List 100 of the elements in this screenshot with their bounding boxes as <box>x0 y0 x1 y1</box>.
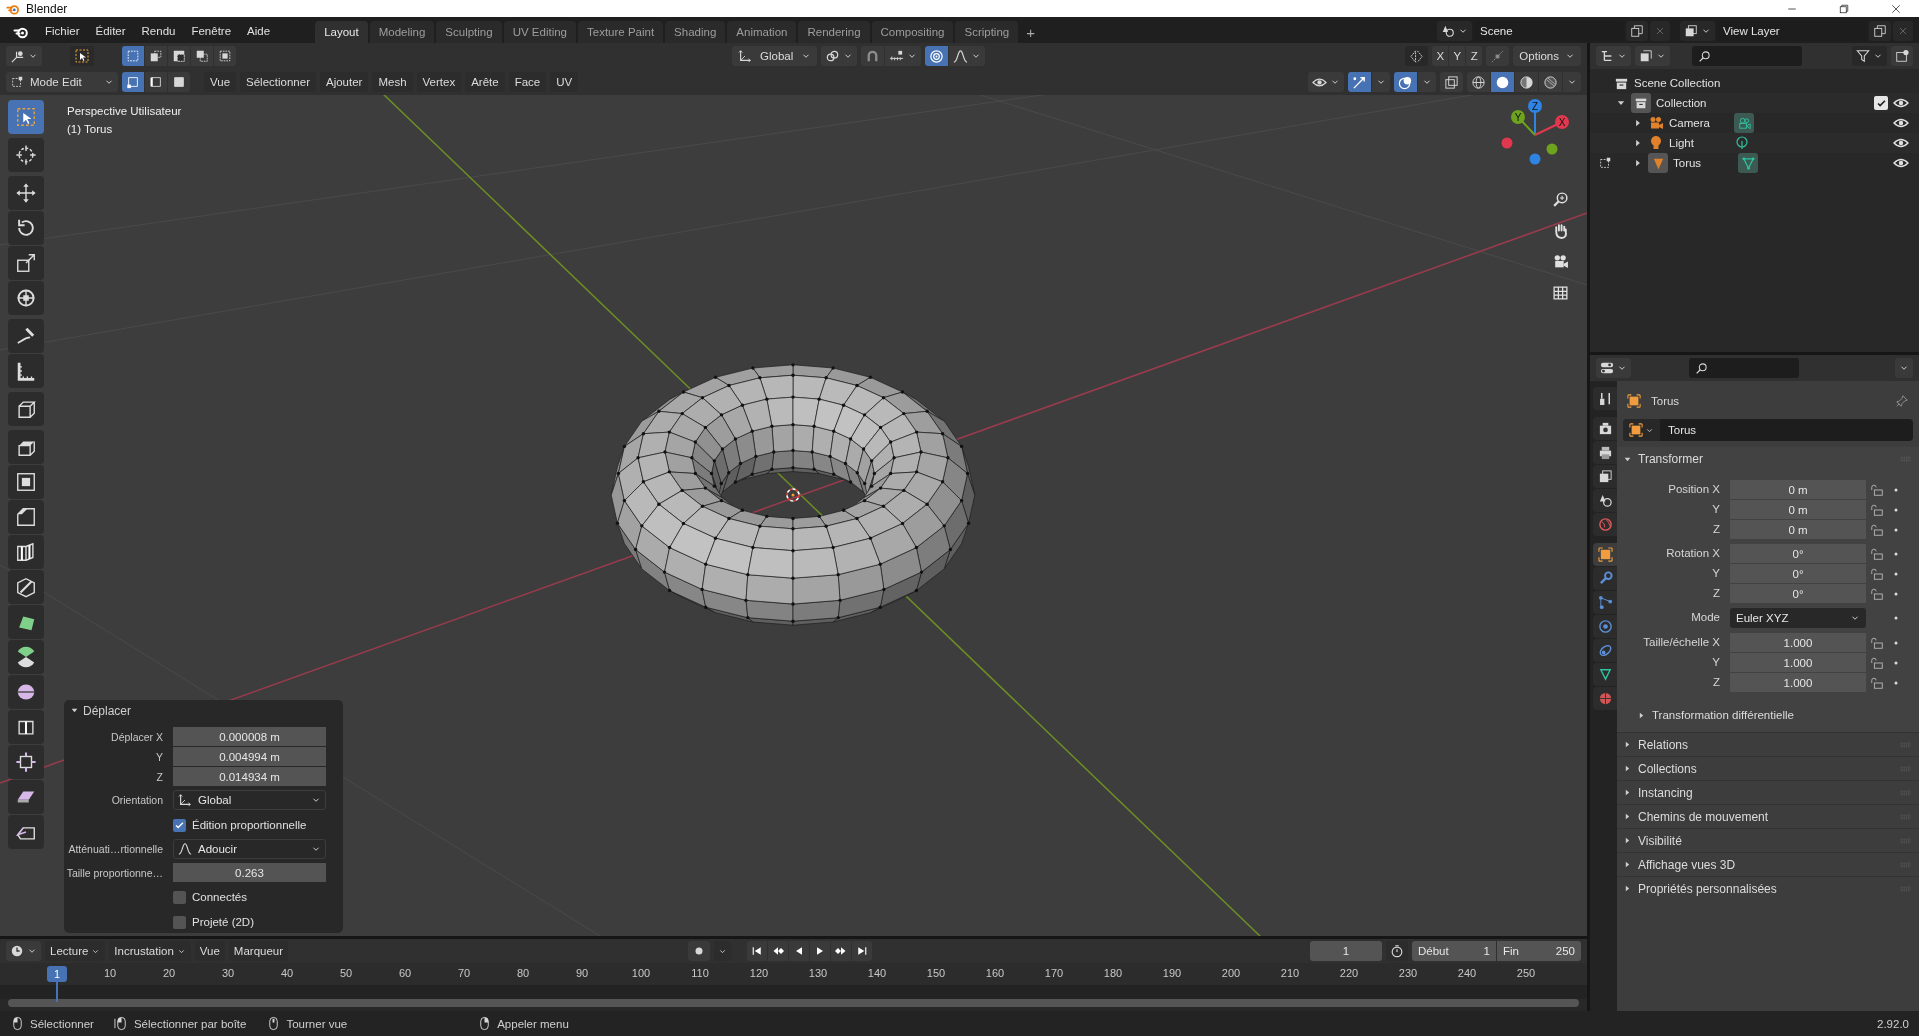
axis-handle[interactable]: Z <box>1528 99 1542 136</box>
frame-number: 70 <box>456 967 472 979</box>
number-field[interactable]: 0 m <box>1730 480 1866 499</box>
mirror-axis-toggle[interactable]: Z <box>1466 46 1483 66</box>
axis-handle[interactable]: X <box>1534 115 1569 136</box>
menu-item[interactable]: UV <box>550 72 579 92</box>
checkbox[interactable]: Édition proportionnelle <box>173 814 326 836</box>
field-label: Mode <box>1690 610 1721 625</box>
number-field[interactable]: 0 m <box>1730 520 1866 539</box>
menu-item[interactable]: Incrustation <box>109 941 191 961</box>
workspace-tab[interactable]: Texture Paint <box>578 21 664 43</box>
frame-number: 240 <box>1456 967 1478 979</box>
workspace-tab[interactable]: Animation <box>727 21 797 43</box>
number-field[interactable]: 0.014934 m <box>173 767 326 786</box>
current-frame-field[interactable]: 1 <box>1310 941 1382 961</box>
menu-item[interactable]: Vue <box>194 941 225 961</box>
frame-number: 150 <box>925 967 947 979</box>
menu-item[interactable]: Lecture <box>45 941 106 961</box>
frame-number: 20 <box>161 967 177 979</box>
number-field[interactable]: 1.000 <box>1730 633 1866 652</box>
dropdown[interactable]: Euler XYZ <box>1730 608 1866 628</box>
outliner-item[interactable]: Camera <box>1669 117 1729 129</box>
menu-item[interactable]: Mesh <box>372 72 413 92</box>
field-label: Y <box>1711 502 1721 517</box>
workspace-tab[interactable]: Scripting <box>955 21 1019 43</box>
orientation-dropdown[interactable]: Global <box>732 46 818 66</box>
workspace-tab[interactable]: Sculpting <box>436 21 502 43</box>
frame-number: 100 <box>630 967 652 979</box>
outliner-item[interactable]: Scene Collection <box>1634 77 1721 89</box>
add-workspace-button[interactable]: + <box>1020 21 1041 43</box>
status-hint: Tourner vue <box>286 1017 348 1030</box>
status-hint: Appeler menu <box>497 1017 569 1030</box>
axis-handle[interactable]: Y <box>1511 110 1536 136</box>
field-label: Z <box>1711 586 1721 601</box>
field-label: Orientation <box>110 793 163 808</box>
menu-item[interactable]: Éditer <box>88 21 133 41</box>
subpanel-header[interactable]: Transformation différentielle <box>1617 704 1919 726</box>
menu-item[interactable]: Vertex <box>416 72 462 92</box>
menu-item[interactable]: Aide <box>240 21 278 41</box>
frame-number: 10 <box>102 967 118 979</box>
field-label: Position X <box>1667 482 1721 497</box>
frame-number: 60 <box>397 967 413 979</box>
dropdown[interactable]: Global <box>173 790 326 810</box>
frame-number: 230 <box>1397 967 1419 979</box>
field-label: Z <box>1711 675 1721 690</box>
frame-number: 50 <box>338 967 354 979</box>
menu-item[interactable]: Arête <box>465 72 505 92</box>
version-label: 2.92.0 <box>1877 1017 1909 1030</box>
menu-item[interactable]: Marqueur <box>228 941 289 961</box>
menu-item[interactable]: Face <box>508 72 547 92</box>
checkbox[interactable]: Connectés <box>173 886 326 908</box>
workspace-tab[interactable]: Layout <box>315 21 368 43</box>
playhead[interactable]: 1 <box>47 966 67 982</box>
dropdown[interactable]: Adoucir <box>173 839 326 859</box>
number-field[interactable]: 1.000 <box>1730 653 1866 672</box>
frame-number: 250 <box>1515 967 1537 979</box>
menu-item[interactable]: Sélectionner <box>240 72 316 92</box>
frame-number: 130 <box>807 967 829 979</box>
mirror-axis-toggle[interactable]: Y <box>1449 46 1466 66</box>
object-name: Torus <box>1651 395 1680 407</box>
outliner-item[interactable]: Collection <box>1656 97 1707 109</box>
menu-item[interactable]: Vue <box>204 72 237 92</box>
number-field[interactable]: 0° <box>1730 584 1866 603</box>
workspace-tab[interactable]: Rendering <box>798 21 870 43</box>
workspace-tab[interactable]: UV Editing <box>503 21 576 43</box>
field-label: Déplacer X <box>110 730 163 745</box>
options-dropdown[interactable]: Options <box>1513 46 1581 66</box>
frame-number: 170 <box>1043 967 1065 979</box>
mirror-axis-toggle[interactable]: X <box>1432 46 1449 66</box>
menu-item[interactable]: Rendu <box>134 21 183 41</box>
start-frame-field[interactable]: Début 1 <box>1412 941 1496 961</box>
number-field[interactable]: 0° <box>1730 564 1866 583</box>
panel-header[interactable]: Transformer <box>1617 447 1919 471</box>
field-label: Y <box>1711 655 1721 670</box>
field-label: Y <box>1711 566 1721 581</box>
workspace-tab[interactable]: Shading <box>665 21 726 43</box>
panel-title[interactable]: Déplacer <box>83 703 132 718</box>
name-field[interactable]: Torus <box>1623 419 1913 441</box>
number-field[interactable]: 0° <box>1730 544 1866 563</box>
frame-number: 200 <box>1220 967 1242 979</box>
field-label: Z <box>1711 522 1721 537</box>
end-frame-field[interactable]: Fin 250 <box>1497 941 1581 961</box>
frame-number: 160 <box>984 967 1006 979</box>
workspace-tab[interactable]: Modeling <box>369 21 435 43</box>
outliner-item[interactable]: Light <box>1669 137 1729 149</box>
menu-item[interactable]: Ajouter <box>320 72 369 92</box>
checkbox[interactable]: Projeté (2D) <box>173 911 326 933</box>
number-field[interactable]: 0.004994 m <box>173 747 326 766</box>
frame-number: 30 <box>220 967 236 979</box>
number-field[interactable]: 0 m <box>1730 500 1866 519</box>
number-field[interactable]: 1.000 <box>1730 673 1866 692</box>
status-hint: Sélectionner par boîte <box>133 1017 247 1030</box>
mode-dropdown[interactable]: Mode Edit <box>6 72 118 92</box>
frame-number: 90 <box>574 967 590 979</box>
menu-item[interactable]: Fichier <box>38 21 87 41</box>
number-field[interactable]: 0.263 <box>173 863 326 882</box>
outliner-item[interactable]: Torus <box>1673 157 1733 169</box>
menu-item[interactable]: Fenêtre <box>184 21 239 41</box>
workspace-tab[interactable]: Compositing <box>871 21 954 43</box>
number-field[interactable]: 0.000008 m <box>173 727 326 746</box>
